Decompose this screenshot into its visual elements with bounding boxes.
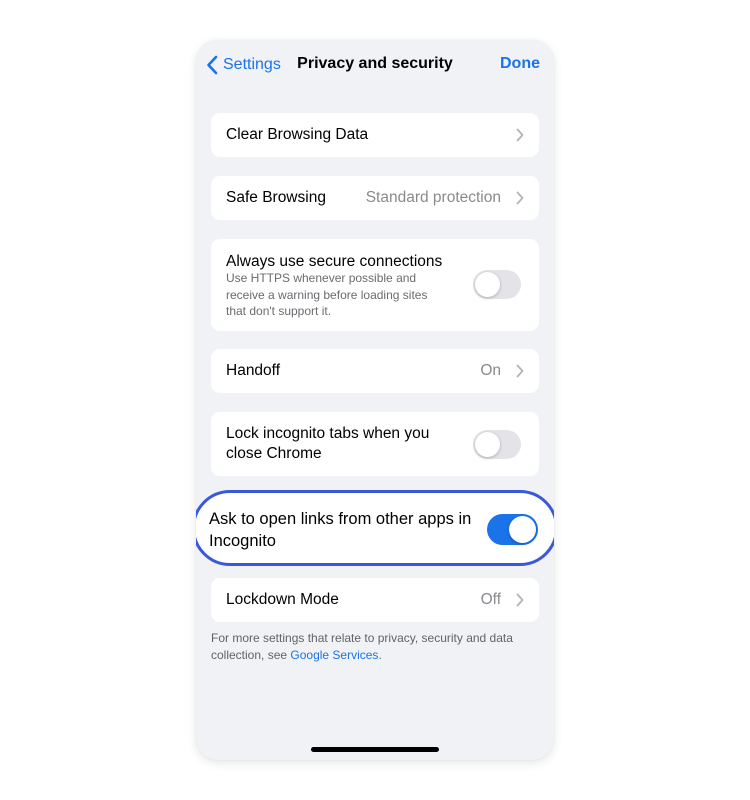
navigation-bar: Settings Privacy and security Done: [196, 40, 554, 90]
toggle-knob: [475, 432, 500, 457]
row-label: Safe Browsing: [226, 189, 326, 206]
secure-connections-row: Always use secure connections Use HTTPS …: [211, 239, 539, 331]
phone-screen: Settings Privacy and security Done Clear…: [196, 40, 554, 760]
row-value: On: [480, 362, 501, 379]
chevron-left-icon: [202, 52, 222, 78]
chevron-right-icon: [516, 593, 524, 607]
row-label: Lock incognito tabs when you close Chrom…: [226, 425, 430, 462]
row-value: Standard protection: [365, 189, 501, 206]
secure-connections-toggle[interactable]: [473, 270, 521, 299]
row-label: Handoff: [226, 362, 281, 379]
lock-incognito-toggle[interactable]: [473, 430, 521, 459]
row-label: Clear Browsing Data: [226, 126, 369, 143]
toggle-knob: [509, 516, 536, 543]
footer-note: For more settings that relate to privacy…: [211, 630, 541, 664]
row-value: Off: [480, 591, 501, 608]
google-services-link[interactable]: Google Services: [290, 648, 378, 662]
toggle-knob: [475, 272, 500, 297]
back-button[interactable]: Settings: [202, 52, 281, 78]
row-sublabel: Use HTTPS whenever possible and receive …: [226, 271, 428, 318]
footer-suffix: .: [378, 648, 382, 662]
ask-incognito-toggle[interactable]: [487, 514, 538, 545]
row-label: Ask to open links from other apps in Inc…: [209, 510, 472, 550]
lockdown-mode-row[interactable]: Lockdown Mode Off: [211, 578, 539, 622]
ask-incognito-row: Ask to open links from other apps in Inc…: [196, 490, 554, 566]
row-label: Always use secure connections: [226, 253, 443, 270]
lock-incognito-row: Lock incognito tabs when you close Chrom…: [211, 412, 539, 476]
home-indicator: [311, 747, 439, 752]
safe-browsing-row[interactable]: Safe Browsing Standard protection: [211, 176, 539, 220]
clear-browsing-data-row[interactable]: Clear Browsing Data: [211, 113, 539, 157]
handoff-row[interactable]: Handoff On: [211, 349, 539, 393]
chevron-right-icon: [516, 364, 524, 378]
chevron-right-icon: [516, 191, 524, 205]
done-button[interactable]: Done: [500, 55, 540, 73]
back-label: Settings: [223, 56, 281, 73]
chevron-right-icon: [516, 128, 524, 142]
row-label: Lockdown Mode: [226, 591, 339, 608]
